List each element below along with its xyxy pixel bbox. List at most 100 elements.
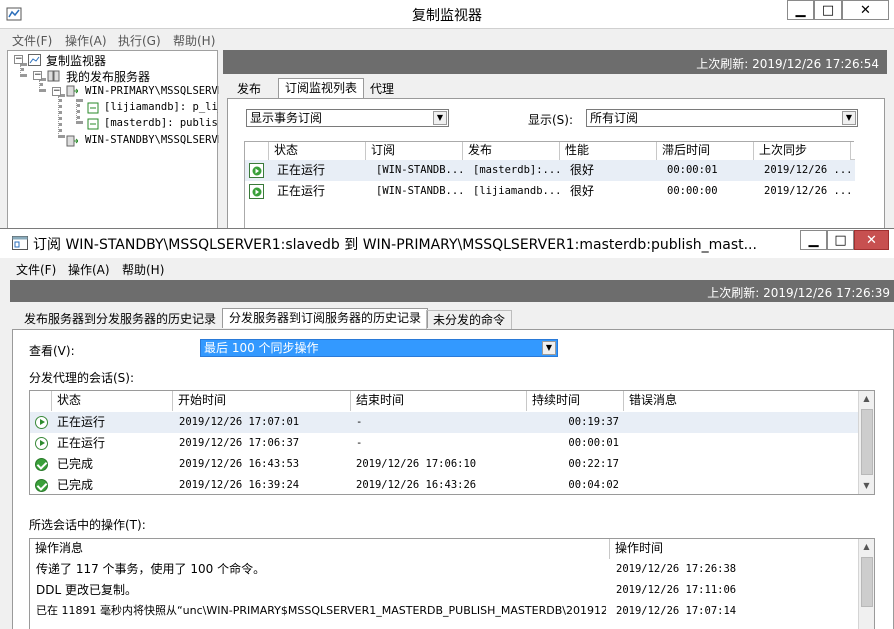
session-status: 正在运行 xyxy=(57,415,106,429)
main-menu-bar: 文件(F) 操作(A) 执行(G) 帮助(H) xyxy=(0,30,894,50)
table-row[interactable]: 已完成 2019/12/26 16:43:53 2019/12/26 17:06… xyxy=(30,454,858,475)
action-time: 2019/12/26 17:07:14 xyxy=(616,605,737,617)
sub-menu-file[interactable]: 文件(F) xyxy=(16,261,56,278)
subscription-detail-window: 订阅 WIN-STANDBY\MSSQLSERVER1:slavedb 到 WI… xyxy=(0,228,894,629)
list-item[interactable]: DDL 更改已复制。 2019/12/26 17:11:06 xyxy=(30,580,858,601)
table-row[interactable]: 已完成 2019/12/26 16:39:24 2019/12/26 16:43… xyxy=(30,475,858,496)
main-minimize-button[interactable]: ▁ xyxy=(787,0,814,20)
tab-distributor-to-subscriber-history[interactable]: 分发服务器到订阅服务器的历史记录 xyxy=(222,308,429,328)
tree-connector xyxy=(20,63,24,77)
running-icon xyxy=(35,437,48,450)
sessions-table: 状态 开始时间 结束时间 持续时间 错误消息 正在运行 2019/12/26 1… xyxy=(29,390,875,495)
list-item[interactable]: 传递了 117 个事务，使用了 100 个命令。 2019/12/26 17:2… xyxy=(30,559,858,580)
menu-help[interactable]: 帮助(H) xyxy=(173,32,215,49)
collapse-toggle[interactable]: − xyxy=(52,87,61,96)
row-publication: [lijiamandb... xyxy=(473,185,562,197)
actions-table-header: 操作消息 操作时间 xyxy=(30,539,858,559)
col-header-publication[interactable]: 发布 xyxy=(463,142,560,160)
sub-maximize-button[interactable]: □ xyxy=(827,230,854,250)
col-header-icon[interactable] xyxy=(30,391,52,411)
running-icon xyxy=(35,416,48,429)
scroll-thumb[interactable] xyxy=(861,557,873,607)
table-row[interactable]: 正在运行 [WIN-STANDB... [masterdb]:... 很好 00… xyxy=(245,160,855,181)
sub-tab-content: 查看(V): 最后 100 个同步操作 ▼ 分发代理的会话(S): 状态 开始时… xyxy=(12,329,894,629)
table-row[interactable]: 正在运行 [WIN-STANDB... [lijiamandb... 很好 00… xyxy=(245,181,855,202)
tree-publishers-label[interactable]: 我的发布服务器 xyxy=(66,68,150,85)
menu-file[interactable]: 文件(F) xyxy=(12,32,52,49)
col-header-start-time[interactable]: 开始时间 xyxy=(173,391,351,411)
show-filter-value: 所有订阅 xyxy=(590,111,639,125)
row-performance: 很好 xyxy=(570,184,595,198)
session-start-time: 2019/12/26 17:06:37 xyxy=(179,437,300,449)
tree-publication-masterdb[interactable]: [masterdb]: publish xyxy=(104,117,218,129)
session-end-time: - xyxy=(356,437,363,449)
action-time: 2019/12/26 17:26:38 xyxy=(616,563,737,575)
sessions-scrollbar[interactable]: ▲ ▼ xyxy=(858,391,874,494)
col-header-duration[interactable]: 持续时间 xyxy=(527,391,624,411)
completed-icon xyxy=(35,479,48,492)
scroll-down-arrow-icon[interactable]: ▼ xyxy=(859,478,874,494)
row-performance: 很好 xyxy=(570,163,595,177)
running-agent-icon xyxy=(249,163,264,178)
sub-minimize-button[interactable]: ▁ xyxy=(800,230,827,250)
collapse-toggle[interactable]: − xyxy=(14,55,23,64)
sub-menu-action[interactable]: 操作(A) xyxy=(68,261,110,278)
row-publication: [masterdb]:... xyxy=(473,164,562,176)
scroll-up-arrow-icon[interactable]: ▲ xyxy=(859,391,874,407)
session-end-time: 2019/12/26 16:43:26 xyxy=(356,479,477,491)
menu-action[interactable]: 操作(A) xyxy=(65,32,107,49)
col-header-icon[interactable] xyxy=(245,142,269,160)
sub-close-button[interactable]: ✕ xyxy=(854,230,889,250)
sub-menu-help[interactable]: 帮助(H) xyxy=(122,261,164,278)
row-status: 正在运行 xyxy=(277,163,326,177)
collapse-toggle[interactable]: − xyxy=(33,71,42,80)
tree-root-label[interactable]: 复制监视器 xyxy=(46,52,106,69)
session-end-time: 2019/12/26 17:06:10 xyxy=(356,458,477,470)
session-status: 正在运行 xyxy=(57,436,106,450)
col-header-end-time[interactable]: 结束时间 xyxy=(351,391,527,411)
chevron-down-icon: ▼ xyxy=(433,111,447,125)
tab-publisher-to-distributor-history[interactable]: 发布服务器到分发服务器的历史记录 xyxy=(18,310,222,330)
tree-server-standby[interactable]: WIN-STANDBY\MSSQLSERVE xyxy=(85,134,219,146)
subscription-type-select[interactable]: 显示事务订阅 ▼ xyxy=(246,109,449,127)
col-header-status[interactable]: 状态 xyxy=(52,391,173,411)
col-header-status[interactable]: 状态 xyxy=(269,142,366,160)
actions-label: 所选会话中的操作(T): xyxy=(29,518,146,532)
subscription-window-icon xyxy=(12,236,28,250)
view-label: 查看(V): xyxy=(29,344,75,358)
session-duration: 00:00:01 xyxy=(568,437,619,449)
table-row[interactable]: 正在运行 2019/12/26 17:07:01 - 00:19:37 xyxy=(30,412,858,433)
tab-subscription-watch-list[interactable]: 订阅监视列表 xyxy=(278,78,365,98)
actions-scrollbar[interactable]: ▲ xyxy=(858,539,874,629)
list-item[interactable]: 已在 11891 毫秒内将快照从“unc\WIN-PRIMARY$MSSQLSE… xyxy=(30,601,858,622)
tree-server-primary[interactable]: WIN-PRIMARY\MSSQLSERVE xyxy=(85,85,219,97)
main-maximize-button[interactable]: □ xyxy=(814,0,842,20)
view-select[interactable]: 最后 100 个同步操作 ▼ xyxy=(200,339,558,357)
tab-undistributed-commands[interactable]: 未分发的命令 xyxy=(426,310,513,330)
col-header-error-message[interactable]: 错误消息 xyxy=(624,391,858,411)
tree-connector xyxy=(58,94,62,138)
col-header-performance[interactable]: 性能 xyxy=(560,142,657,160)
sub-refresh-strip: 上次刷新: 2019/12/26 17:26:39 xyxy=(10,280,894,302)
col-header-last-sync[interactable]: 上次同步 xyxy=(754,142,851,160)
scroll-up-arrow-icon[interactable]: ▲ xyxy=(859,539,874,555)
tab-agents[interactable]: 代理 xyxy=(364,80,400,100)
tab-publications[interactable]: 发布 xyxy=(231,80,267,100)
subscription-type-value: 显示事务订阅 xyxy=(250,111,323,125)
col-header-action-message[interactable]: 操作消息 xyxy=(30,539,610,559)
sessions-table-header: 状态 开始时间 结束时间 持续时间 错误消息 xyxy=(30,391,858,411)
show-filter-select[interactable]: 所有订阅 ▼ xyxy=(586,109,858,127)
col-header-subscription[interactable]: 订阅 xyxy=(366,142,463,160)
action-message: 传递了 117 个事务，使用了 100 个命令。 xyxy=(36,562,266,576)
table-row[interactable]: 正在运行 2019/12/26 17:06:37 - 00:00:01 xyxy=(30,433,858,454)
tree-publication-lijiamandb[interactable]: [lijiamandb]: p_li_ xyxy=(104,101,218,113)
publication-icon xyxy=(87,102,99,114)
session-status: 已完成 xyxy=(57,457,94,471)
main-window-title: 复制监视器 xyxy=(412,8,482,24)
col-header-action-time[interactable]: 操作时间 xyxy=(610,539,858,559)
server-icon xyxy=(66,135,78,147)
main-close-button[interactable]: ✕ xyxy=(842,0,889,20)
menu-go[interactable]: 执行(G) xyxy=(118,32,161,49)
scroll-thumb[interactable] xyxy=(861,409,873,475)
col-header-latency[interactable]: 滞后时间 xyxy=(657,142,754,160)
